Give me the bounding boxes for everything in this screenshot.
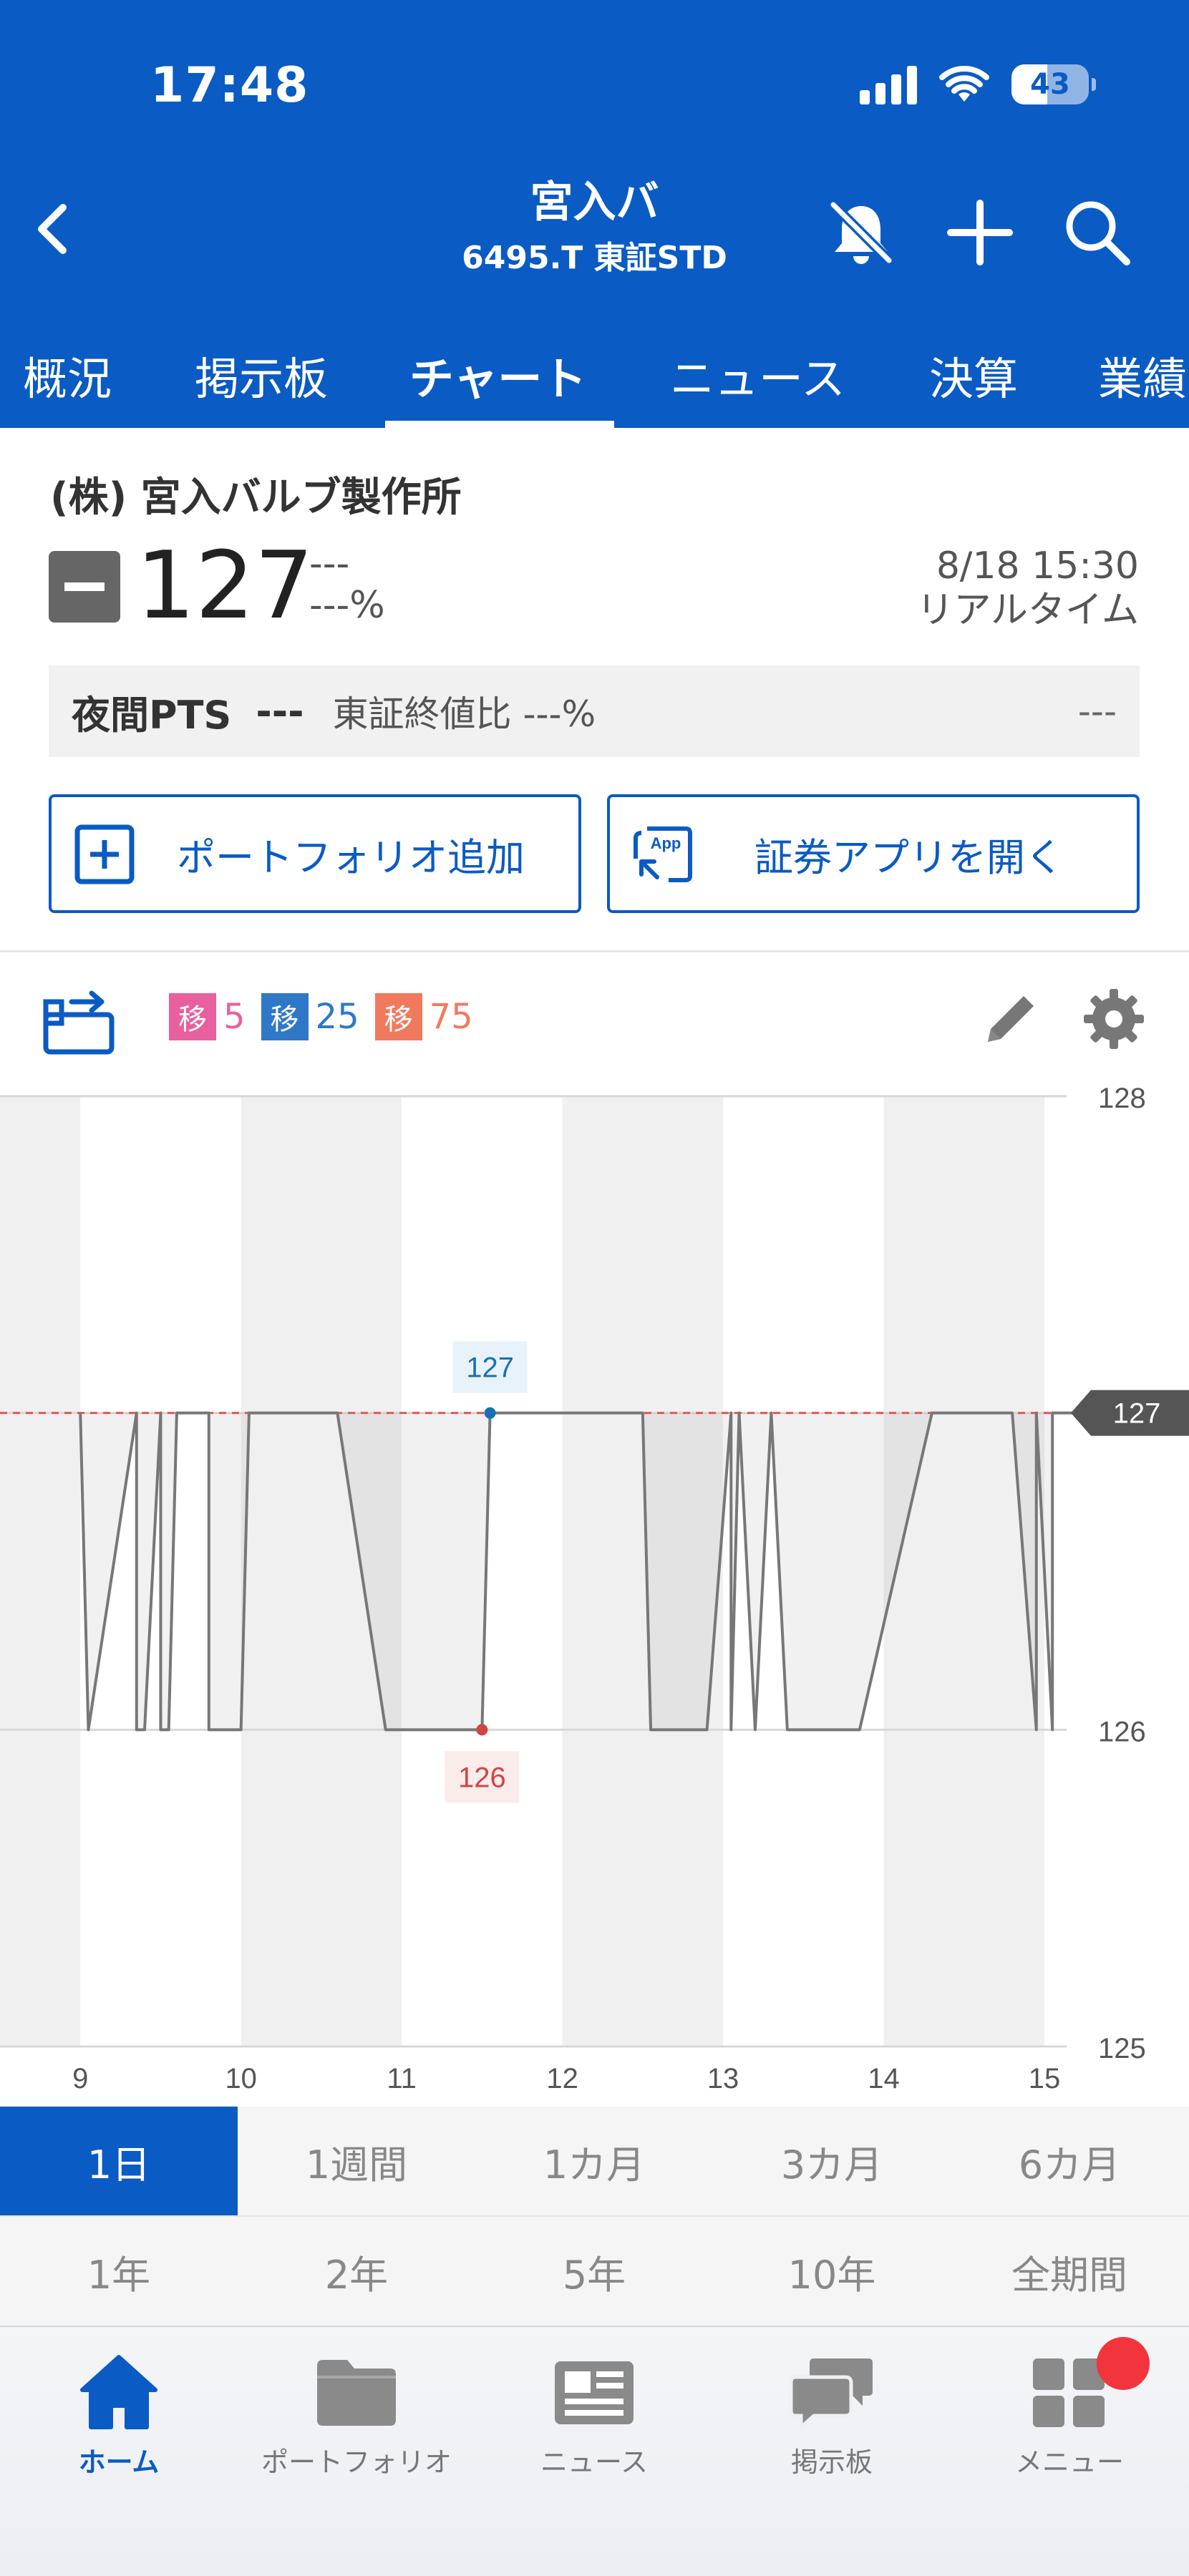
cellular-signal-icon	[860, 64, 917, 104]
x-tick-label: 13	[707, 2063, 739, 2094]
period-1d[interactable]: 1日	[0, 2107, 238, 2215]
period-6m[interactable]: 6カ月	[951, 2107, 1188, 2215]
tab-overview[interactable]: 概況	[23, 322, 112, 428]
high-label: 127	[466, 1352, 514, 1384]
plus-icon[interactable]	[941, 193, 1019, 272]
y-tick-label: 128	[1098, 1088, 1146, 1114]
ma-period: 25	[315, 997, 359, 1037]
wifi-icon	[939, 66, 989, 102]
search-icon[interactable]	[1058, 193, 1137, 272]
current-price: 127	[136, 531, 314, 640]
change-value: ---	[309, 542, 350, 585]
y-tick-label: 126	[1098, 1716, 1146, 1747]
ma-period: 75	[429, 997, 473, 1037]
status-time: 17:48	[150, 57, 309, 114]
newspaper-icon	[555, 2361, 634, 2424]
company-name: (株) 宮入バルブ製作所	[50, 474, 462, 521]
x-tick-label: 11	[387, 2063, 417, 2094]
period-2y[interactable]: 2年	[238, 2217, 475, 2326]
nav-news[interactable]: ニュース	[475, 2348, 713, 2492]
moving-average-legend: 移 5 移 25 移 75	[169, 993, 489, 1040]
nav-news-label: ニュース	[540, 2446, 649, 2478]
nav-home[interactable]: ホーム	[0, 2348, 238, 2492]
folder-icon	[317, 2360, 396, 2426]
home-icon	[80, 2355, 157, 2429]
x-tick-label: 15	[1029, 2063, 1061, 2094]
nav-board-label: 掲示板	[790, 2446, 873, 2478]
tab-news[interactable]: ニュース	[670, 322, 845, 428]
nav-home-label: ホーム	[78, 2446, 160, 2478]
pencil-icon[interactable]	[976, 985, 1045, 1053]
open-securities-app-button[interactable]: App 証券アプリを開く	[607, 794, 1140, 913]
hour-band	[1044, 1096, 1189, 2046]
tab-board[interactable]: 掲示板	[195, 322, 328, 428]
period-5y[interactable]: 5年	[475, 2217, 713, 2326]
hour-band	[883, 1096, 1044, 2046]
price-chart[interactable]: 128 126 125 9 10 11 12 13 14 15 127 126 127	[0, 1088, 1189, 2104]
add-portfolio-label: ポートフォリオ追加	[177, 834, 525, 880]
pts-ratio: 東証終値比 ---%	[332, 693, 596, 735]
period-all[interactable]: 全期間	[951, 2217, 1188, 2326]
app-header: 17:48 43 宮入バ 6495.T 東証STD 概況 掲示板 チャート ニュ…	[0, 0, 1189, 428]
period-selector: 1日 1週間 1カ月 3カ月 6カ月 1年 2年 5年 10年 全期間	[0, 2107, 1189, 2326]
y-tick-label: 125	[1098, 2033, 1146, 2064]
active-tab-indicator	[385, 421, 614, 428]
x-tick-label: 12	[546, 2063, 578, 2094]
night-pts-bar: 夜間PTS --- 東証終値比 ---% ---	[49, 665, 1140, 757]
period-1y[interactable]: 1年	[0, 2217, 238, 2326]
tab-chart[interactable]: チャート	[409, 322, 586, 428]
ma-badge: 移	[169, 993, 216, 1040]
tab-earnings[interactable]: 決算	[929, 322, 1018, 428]
pts-value: ---	[256, 688, 304, 734]
chart-switch-icon[interactable]	[40, 980, 119, 1059]
nav-portfolio-label: ポートフォリオ	[261, 2446, 452, 2478]
nav-portfolio[interactable]: ポートフォリオ	[238, 2348, 475, 2492]
change-percent: ---%	[309, 584, 385, 627]
nav-board[interactable]: 掲示板	[713, 2348, 951, 2492]
period-1w[interactable]: 1週間	[238, 2107, 475, 2215]
quote-timestamp: 8/18 15:30 リアルタイム	[917, 544, 1139, 633]
nav-menu[interactable]: メニュー	[951, 2348, 1188, 2492]
nav-menu-label: メニュー	[1014, 2446, 1124, 2478]
x-tick-label: 10	[225, 2063, 257, 2094]
realtime-label: リアルタイム	[916, 589, 1139, 633]
chat-bubbles-icon	[789, 2358, 873, 2431]
ma-period: 5	[223, 997, 246, 1037]
change-direction-badge	[49, 551, 120, 623]
pts-extra: ---	[1077, 691, 1117, 732]
price-change: --- ---%	[309, 542, 385, 627]
ma-item-25[interactable]: 移 25	[261, 993, 359, 1040]
quote-date: 8/18 15:30	[936, 545, 1139, 587]
current-price-tag-label: 127	[1113, 1398, 1161, 1430]
add-portfolio-button[interactable]: ポートフォリオ追加	[49, 794, 581, 913]
low-label: 126	[458, 1762, 506, 1793]
period-1m[interactable]: 1カ月	[475, 2107, 713, 2215]
tab-performance[interactable]: 業績	[1098, 322, 1187, 428]
period-3m[interactable]: 3カ月	[713, 2107, 951, 2215]
tab-bar: 概況 掲示板 チャート ニュース 決算 業績	[0, 322, 1189, 428]
period-10y[interactable]: 10年	[713, 2217, 951, 2326]
status-icons: 43	[860, 64, 1096, 104]
ma-badge: 移	[261, 993, 309, 1040]
x-tick-label: 9	[72, 2063, 88, 2094]
pts-label: 夜間PTS	[72, 692, 232, 738]
ma-item-75[interactable]: 移 75	[374, 993, 473, 1040]
x-tick-label: 14	[868, 2063, 900, 2094]
ma-badge: 移	[374, 993, 422, 1040]
open-app-label: 証券アプリを開く	[754, 834, 1064, 880]
bottom-navigation: ホーム ポートフォリオ ニュース 掲示板 メニュー	[0, 2326, 1189, 2576]
ma-item-5[interactable]: 移 5	[169, 993, 246, 1040]
battery-icon: 43	[1011, 64, 1096, 104]
low-point	[476, 1724, 488, 1736]
section-divider	[0, 950, 1189, 952]
gear-icon[interactable]	[1079, 985, 1148, 1053]
hour-band	[0, 1096, 81, 2046]
notification-badge	[1097, 2337, 1150, 2390]
battery-level: 43	[1030, 68, 1070, 101]
bell-off-icon[interactable]	[822, 193, 901, 272]
high-point	[484, 1407, 496, 1419]
